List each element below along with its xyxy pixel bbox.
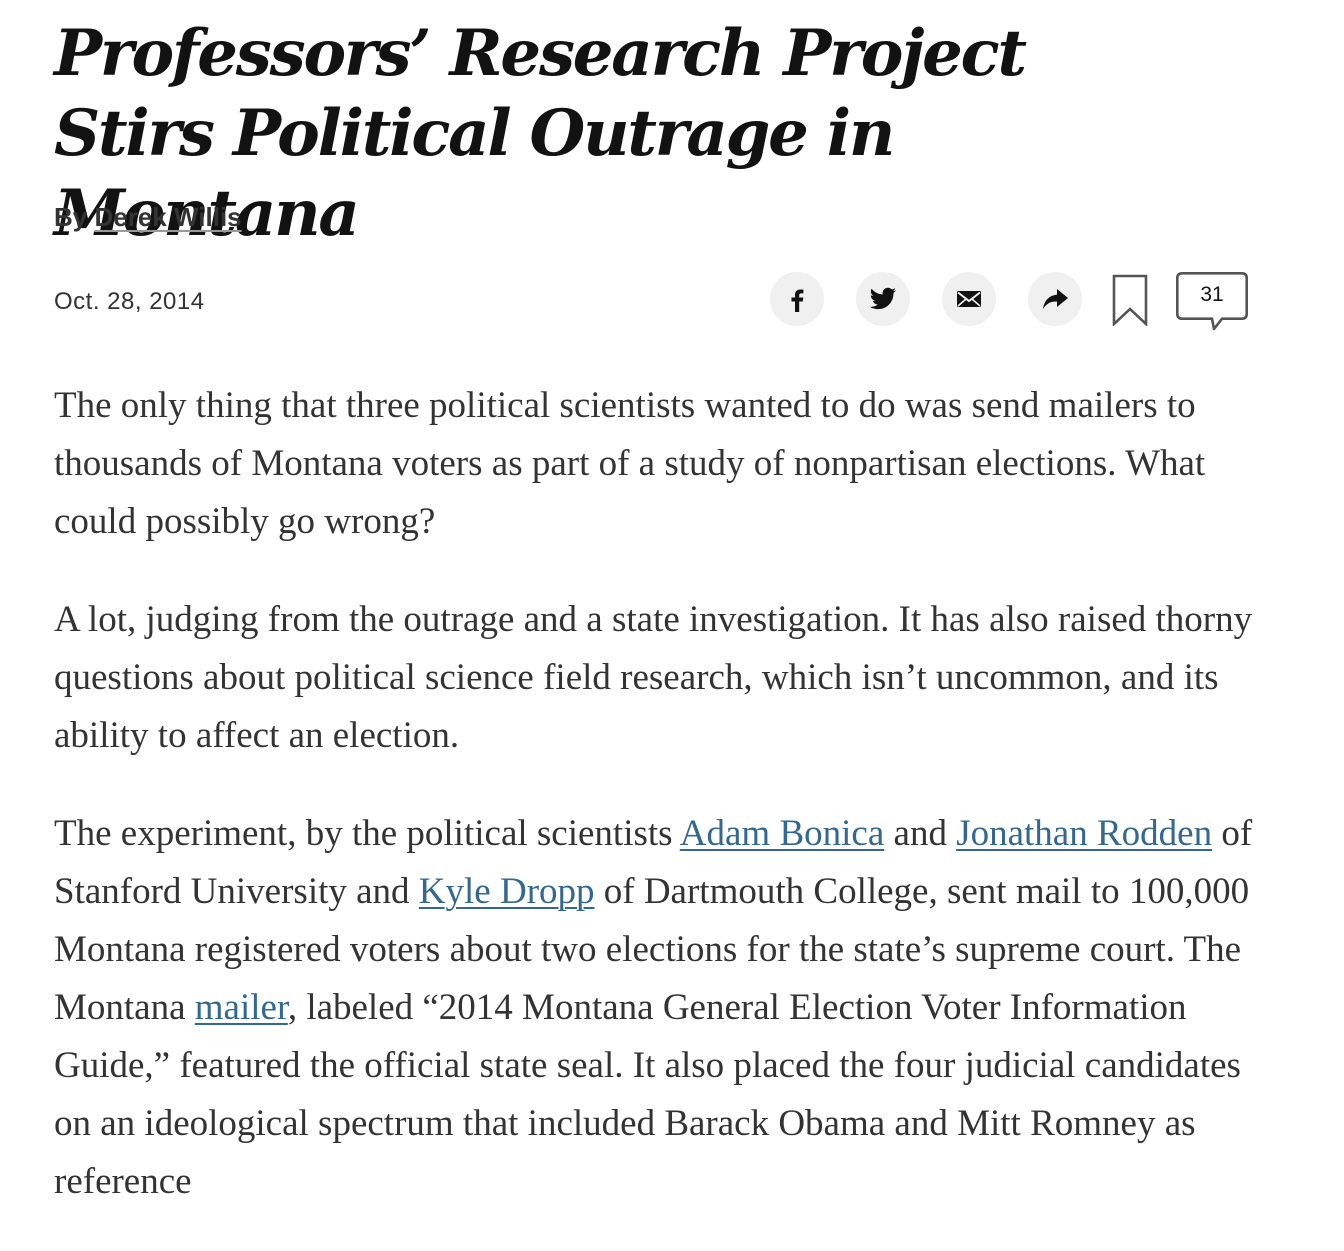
- author-link[interactable]: Derek Willis: [94, 202, 241, 232]
- publish-date: Oct. 28, 2014: [54, 288, 205, 315]
- meta-row: Oct. 28, 2014 31: [54, 268, 1248, 332]
- twitter-icon: [869, 287, 896, 310]
- share-arrow-icon: [1043, 289, 1068, 309]
- paragraph-3: The experiment, by the political scienti…: [54, 805, 1264, 1211]
- byline: By Derek Willis: [54, 200, 242, 234]
- more-share-button[interactable]: [1028, 272, 1082, 326]
- paragraph-3-text-2: and: [884, 813, 957, 854]
- byline-prefix: By: [54, 202, 95, 232]
- paragraph-2: A lot, judging from the outrage and a st…: [54, 599, 1253, 756]
- bookmark-icon: [1112, 274, 1148, 328]
- comment-count: 31: [1200, 283, 1224, 306]
- mailer-link[interactable]: mailer: [195, 987, 288, 1028]
- facebook-share-button[interactable]: [770, 272, 824, 326]
- article: Professors’ Research Project Stirs Polit…: [54, 0, 1264, 1202]
- paragraph-1: The only thing that three political scie…: [54, 385, 1206, 542]
- paragraph-3-text-1: The experiment, by the political scienti…: [54, 813, 680, 854]
- save-article-button[interactable]: [1112, 274, 1148, 328]
- email-icon: [957, 291, 981, 307]
- email-share-button[interactable]: [942, 272, 996, 326]
- comments-button[interactable]: 31: [1176, 272, 1248, 332]
- facebook-icon: [791, 289, 804, 312]
- article-body: The only thing that three political scie…: [54, 377, 1264, 1251]
- jonathan-rodden-link[interactable]: Jonathan Rodden: [956, 813, 1212, 854]
- kyle-dropp-link[interactable]: Kyle Dropp: [419, 871, 595, 912]
- twitter-share-button[interactable]: [856, 272, 910, 326]
- adam-bonica-link[interactable]: Adam Bonica: [680, 813, 884, 854]
